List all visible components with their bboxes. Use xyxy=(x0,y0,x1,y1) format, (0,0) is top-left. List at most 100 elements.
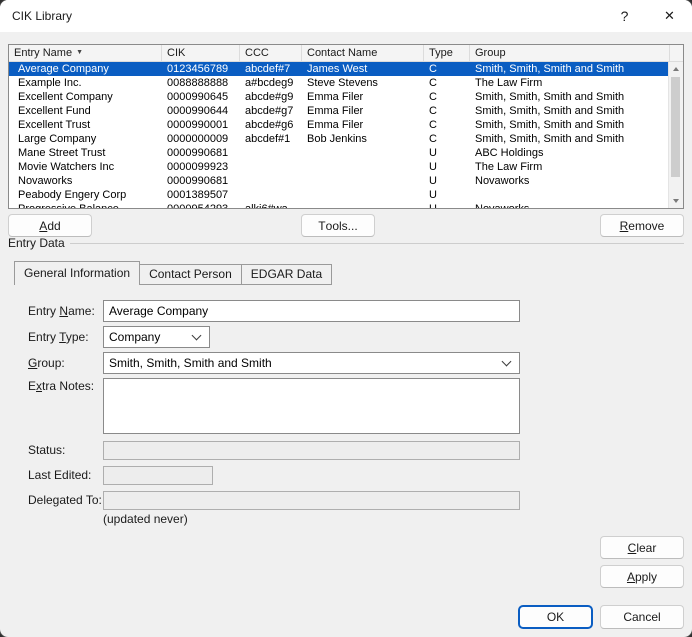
scrollbar-thumb[interactable] xyxy=(671,77,680,177)
table-cell: James West xyxy=(302,62,424,76)
table-cell: Smith, Smith, Smith and Smith xyxy=(470,62,668,76)
table-cell: Emma Filer xyxy=(302,118,424,132)
entry-type-dropdown[interactable]: Company xyxy=(103,326,210,348)
column-header-filler xyxy=(670,45,683,61)
extra-notes-field[interactable] xyxy=(103,378,520,434)
table-cell xyxy=(240,174,302,188)
table-cell: 0123456789 xyxy=(162,62,240,76)
delegated-to-label: Delegated To: xyxy=(28,491,102,510)
table-row[interactable]: Mane Street Trust0000990681UABC Holdings xyxy=(9,146,668,160)
screen: CIK Library ? ✕ Entry Name ▼ CIK CCC Con… xyxy=(0,0,692,637)
table-cell: Steve Stevens xyxy=(302,76,424,90)
entry-data-section-label: Entry Data xyxy=(8,236,65,250)
table-cell: Excellent Fund xyxy=(9,104,162,118)
tab-edgar-data[interactable]: EDGAR Data xyxy=(241,264,332,285)
table-cell xyxy=(302,160,424,174)
table-cell: Smith, Smith, Smith and Smith xyxy=(470,118,668,132)
table-cell: The Law Firm xyxy=(470,160,668,174)
table-cell: ABC Holdings xyxy=(470,146,668,160)
table-row[interactable]: Excellent Company0000990645abcde#g9Emma … xyxy=(9,90,668,104)
table-cell xyxy=(302,188,424,202)
chevron-down-icon xyxy=(502,357,512,367)
table-cell: Novaworks xyxy=(9,174,162,188)
table-cell: Smith, Smith, Smith and Smith xyxy=(470,132,668,146)
group-value: Smith, Smith, Smith and Smith xyxy=(109,356,272,370)
group-dropdown[interactable]: Smith, Smith, Smith and Smith xyxy=(103,352,520,374)
close-button[interactable]: ✕ xyxy=(647,0,692,32)
table-row[interactable]: Novaworks0000990681UNovaworks xyxy=(9,174,668,188)
delegated-to-field xyxy=(103,491,520,510)
table-cell: Movie Watchers Inc xyxy=(9,160,162,174)
table-row[interactable]: Progressive Balance0000954293alki6#waUNo… xyxy=(9,202,668,208)
table-cell: 0000990644 xyxy=(162,104,240,118)
list-rows: Average Company0123456789abcdef#7James W… xyxy=(9,62,668,208)
table-cell: U xyxy=(424,160,470,174)
table-cell: abcde#g6 xyxy=(240,118,302,132)
tab-contact-person[interactable]: Contact Person xyxy=(139,264,242,285)
scroll-down-icon[interactable] xyxy=(669,194,683,208)
table-row[interactable]: Example Inc.0088888888a#bcdeg9Steve Stev… xyxy=(9,76,668,90)
column-label: CIK xyxy=(167,45,185,61)
cancel-button[interactable]: Cancel xyxy=(600,605,684,629)
add-button[interactable]: Add xyxy=(8,214,92,237)
table-row[interactable]: Excellent Fund0000990644abcde#g7Emma Fil… xyxy=(9,104,668,118)
table-cell: Novaworks xyxy=(470,202,668,208)
apply-button[interactable]: Apply xyxy=(600,565,684,588)
list-scrollbar[interactable] xyxy=(668,62,683,208)
column-header-contact-name[interactable]: Contact Name xyxy=(302,45,424,61)
table-cell: abcde#g7 xyxy=(240,104,302,118)
chevron-down-icon xyxy=(192,331,202,341)
scroll-up-icon[interactable] xyxy=(669,62,683,76)
table-cell: Average Company xyxy=(9,62,162,76)
table-row[interactable]: Movie Watchers Inc0000099923UThe Law Fir… xyxy=(9,160,668,174)
help-button[interactable]: ? xyxy=(602,0,647,32)
table-cell xyxy=(240,188,302,202)
table-cell: 0000954293 xyxy=(162,202,240,208)
table-row[interactable]: Peabody Engery Corp0001389507U xyxy=(9,188,668,202)
table-cell xyxy=(470,188,668,202)
column-label: Group xyxy=(475,45,506,61)
table-cell: Emma Filer xyxy=(302,104,424,118)
column-label: Type xyxy=(429,45,453,61)
table-row[interactable]: Large Company0000000009abcdef#1Bob Jenki… xyxy=(9,132,668,146)
ok-button[interactable]: OK xyxy=(518,605,593,629)
entry-name-field[interactable] xyxy=(103,300,520,322)
tools-button[interactable]: Tools... xyxy=(301,214,375,237)
window-title: CIK Library xyxy=(12,0,72,32)
table-cell: Novaworks xyxy=(470,174,668,188)
column-header-group[interactable]: Group xyxy=(470,45,670,61)
table-row[interactable]: Average Company0123456789abcdef#7James W… xyxy=(9,62,668,76)
table-cell xyxy=(302,146,424,160)
column-header-type[interactable]: Type xyxy=(424,45,470,61)
sort-indicator-icon: ▼ xyxy=(76,45,83,61)
table-cell xyxy=(302,202,424,208)
tab-general-information[interactable]: General Information xyxy=(14,261,140,285)
column-header-entry-name[interactable]: Entry Name ▼ xyxy=(9,45,162,61)
table-cell: 0000990001 xyxy=(162,118,240,132)
status-field xyxy=(103,441,520,460)
table-cell xyxy=(240,160,302,174)
remove-button[interactable]: Remove xyxy=(600,214,684,237)
table-cell: alki6#wa xyxy=(240,202,302,208)
table-row[interactable]: Excellent Trust0000990001abcde#g6Emma Fi… xyxy=(9,118,668,132)
table-cell: Example Inc. xyxy=(9,76,162,90)
table-cell: Progressive Balance xyxy=(9,202,162,208)
entry-type-label: Entry Type: xyxy=(28,326,89,348)
table-cell: C xyxy=(424,118,470,132)
column-header-ccc[interactable]: CCC xyxy=(240,45,302,61)
table-cell: U xyxy=(424,146,470,160)
extra-notes-label: Extra Notes: xyxy=(28,378,94,394)
column-header-cik[interactable]: CIK xyxy=(162,45,240,61)
clear-button[interactable]: Clear xyxy=(600,536,684,559)
status-label: Status: xyxy=(28,441,65,460)
entry-data-tabs: General Information Contact Person EDGAR… xyxy=(14,261,332,285)
table-cell: Mane Street Trust xyxy=(9,146,162,160)
last-edited-label: Last Edited: xyxy=(28,466,91,485)
cik-library-dialog: CIK Library ? ✕ Entry Name ▼ CIK CCC Con… xyxy=(0,0,692,637)
table-cell: C xyxy=(424,76,470,90)
table-cell: 0000990645 xyxy=(162,90,240,104)
table-cell: abcdef#7 xyxy=(240,62,302,76)
entry-list: Entry Name ▼ CIK CCC Contact Name Type G… xyxy=(8,44,684,209)
column-label: Contact Name xyxy=(307,45,377,61)
table-cell: Bob Jenkins xyxy=(302,132,424,146)
